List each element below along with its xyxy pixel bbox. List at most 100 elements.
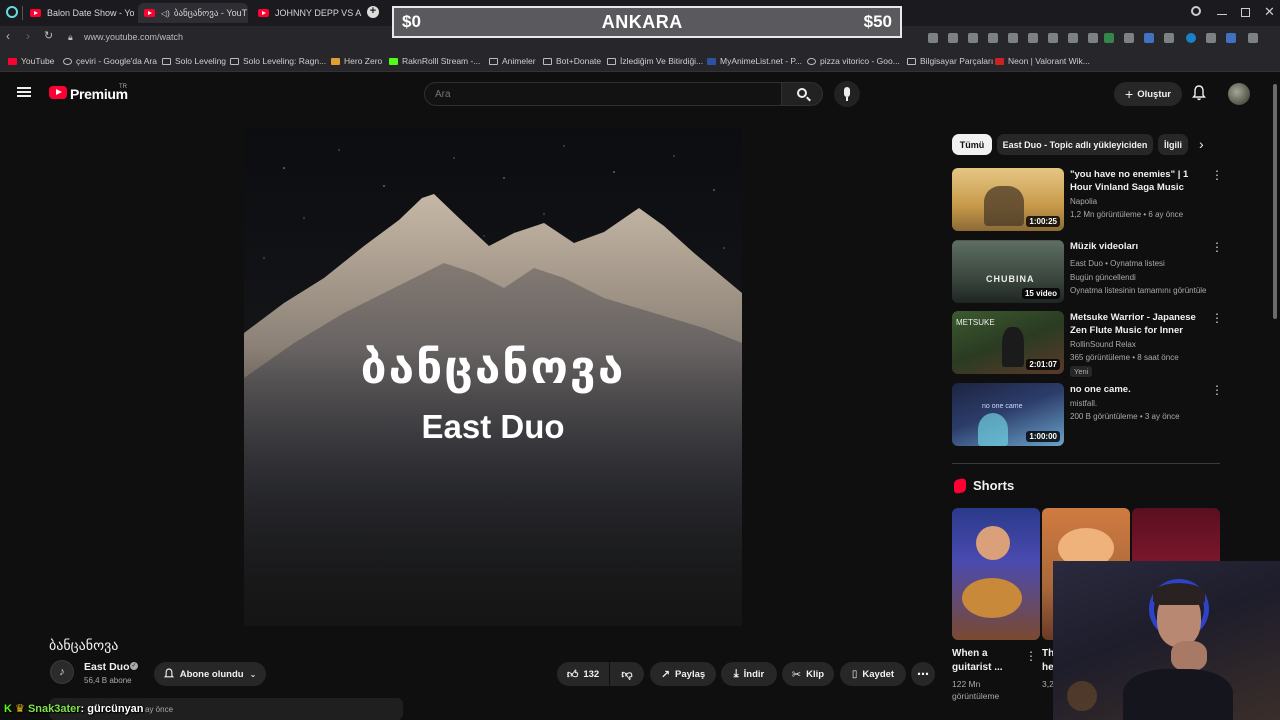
bookmark-solo-leveling[interactable]: Solo Leveling bbox=[162, 56, 226, 66]
video-duration: 1:00:00 bbox=[1026, 431, 1060, 442]
bookmark-bot-donate[interactable]: Bot+Donate bbox=[543, 56, 601, 66]
extension-icon[interactable] bbox=[1164, 33, 1174, 43]
page-scrollbar[interactable] bbox=[1272, 74, 1278, 720]
search-button[interactable] bbox=[781, 82, 823, 106]
more-vertical-icon[interactable] bbox=[1211, 311, 1223, 325]
extension-icon[interactable] bbox=[1186, 33, 1196, 43]
channel-avatar[interactable]: ♪ bbox=[50, 660, 74, 684]
menu-icon[interactable] bbox=[1068, 33, 1078, 43]
browser-tab-3[interactable]: JOHNNY DEPP VS AMBE bbox=[252, 3, 362, 23]
download-button[interactable]: ⤓ İndir bbox=[721, 662, 777, 686]
bookmark-solo-leveling-ragn[interactable]: Solo Leveling: Ragn... bbox=[230, 56, 326, 66]
recommendation-item[interactable]: no one came 1:00:00 no one came. mistfal… bbox=[952, 383, 1223, 447]
bookmark-neon-valorant[interactable]: Neon | Valorant Wik... bbox=[995, 56, 1090, 66]
subscribed-button[interactable]: Abone olundu ⌄ bbox=[154, 662, 266, 686]
minimize-icon[interactable] bbox=[1217, 14, 1227, 15]
more-actions-button[interactable]: ⋯ bbox=[911, 662, 935, 686]
shield-icon[interactable] bbox=[968, 33, 978, 43]
bookmark-hero-zero[interactable]: Hero Zero bbox=[331, 56, 382, 66]
video-thumbnail[interactable]: METSUKE 2:01:07 bbox=[952, 311, 1064, 374]
bookmark-animeler[interactable]: Animeler bbox=[489, 56, 536, 66]
close-window-icon[interactable]: ✕ bbox=[1264, 4, 1275, 20]
bookmark-youtube[interactable]: YouTube bbox=[8, 56, 54, 66]
plus-icon: + bbox=[1125, 86, 1134, 102]
recommendation-title[interactable]: no one came. bbox=[1070, 383, 1206, 396]
recommendation-channel[interactable]: mistfall. bbox=[1070, 399, 1097, 408]
bookmark-ceviri[interactable]: çeviri - Google'da Ara bbox=[63, 56, 157, 66]
more-vertical-icon[interactable] bbox=[1211, 168, 1223, 182]
channel-name[interactable]: East Duo bbox=[84, 661, 130, 673]
new-tab-button[interactable]: + bbox=[367, 6, 379, 18]
notifications-button[interactable] bbox=[1192, 85, 1206, 106]
bookmark-pizza[interactable]: pizza vitorico - Goo... bbox=[807, 56, 900, 66]
back-icon[interactable]: ‹ bbox=[6, 29, 10, 43]
kick-icon: K bbox=[4, 703, 12, 715]
browser-tab-1[interactable]: Balon Date Show - YouT bbox=[24, 3, 134, 23]
recommendation-title[interactable]: Müzik videoları bbox=[1070, 240, 1206, 253]
bookmark-raknrolll[interactable]: RaknRolll Stream -... bbox=[389, 56, 480, 66]
like-button[interactable]: 👍︎ 132 bbox=[557, 662, 609, 686]
video-thumbnail[interactable]: 1:00:25 bbox=[952, 168, 1064, 231]
recommendation-channel[interactable]: Napolia bbox=[1070, 197, 1097, 206]
thumbnail-guitar bbox=[962, 578, 1022, 618]
recommendation-title[interactable]: "you have no enemies" | 1 Hour Vinland S… bbox=[1070, 168, 1206, 194]
chevron-right-icon[interactable]: › bbox=[1199, 136, 1204, 152]
profile-icon[interactable] bbox=[1088, 33, 1098, 43]
extension-icon[interactable] bbox=[1206, 33, 1216, 43]
url-field[interactable]: www.youtube.com/watch bbox=[84, 32, 183, 42]
search-input[interactable] bbox=[424, 82, 782, 106]
opera-logo-icon[interactable] bbox=[6, 6, 18, 18]
bookmark-myanimelist[interactable]: MyAnimeList.net - P... bbox=[707, 56, 802, 66]
recommendation-channel[interactable]: East Duo • Oynatma listesi bbox=[1070, 259, 1165, 268]
extension-icon[interactable] bbox=[1248, 33, 1258, 43]
recommendation-channel[interactable]: RollinSound Relax bbox=[1070, 340, 1136, 349]
download-icon[interactable] bbox=[1048, 33, 1058, 43]
dislike-button[interactable]: 👎︎ bbox=[610, 662, 644, 686]
chip-related[interactable]: İlgili bbox=[1158, 134, 1188, 155]
play-icon[interactable] bbox=[1008, 33, 1018, 43]
heart-icon[interactable] bbox=[1028, 33, 1038, 43]
extension-icon[interactable] bbox=[928, 33, 938, 43]
recommendation-item[interactable]: 1:00:25 "you have no enemies" | 1 Hour V… bbox=[952, 168, 1223, 232]
video-title: ბანცანოვა bbox=[49, 637, 119, 653]
playlist-thumbnail[interactable]: CHUBINA 15 video bbox=[952, 240, 1064, 303]
video-player[interactable]: ბანცანოვა East Duo bbox=[244, 128, 742, 626]
thumbs-up-icon: 👍︎ bbox=[566, 668, 579, 681]
clip-button[interactable]: ✂ Klip bbox=[782, 662, 834, 686]
video-thumbnail[interactable]: no one came 1:00:00 bbox=[952, 383, 1064, 446]
extension-icon[interactable] bbox=[1144, 33, 1154, 43]
view-full-playlist-link[interactable]: Oynatma listesinin tamamını görüntüle bbox=[1070, 286, 1207, 295]
hamburger-menu-icon[interactable] bbox=[17, 87, 31, 97]
recommendation-meta: 200 B görüntüleme • 3 ay önce bbox=[1070, 412, 1180, 421]
camera-icon[interactable] bbox=[948, 33, 958, 43]
chip-from-uploader[interactable]: East Duo - Topic adlı yükleyiciden bbox=[997, 134, 1153, 155]
more-vertical-icon[interactable] bbox=[1025, 649, 1037, 663]
more-vertical-icon[interactable] bbox=[1211, 240, 1223, 254]
recommendation-title[interactable]: Metsuke Warrior - Japanese Zen Flute Mus… bbox=[1070, 311, 1206, 337]
share-button[interactable]: ↗ Paylaş bbox=[650, 662, 716, 686]
extension-icon[interactable] bbox=[1226, 33, 1236, 43]
create-button[interactable]: + Oluştur bbox=[1114, 82, 1182, 106]
bookmark-izledigim[interactable]: İzlediğim Ve Bitirdiği... bbox=[607, 56, 703, 66]
save-button[interactable]: ▯ Kaydet bbox=[840, 662, 906, 686]
recommendation-item[interactable]: METSUKE 2:01:07 Metsuke Warrior - Japane… bbox=[952, 311, 1223, 377]
recommendation-item[interactable]: CHUBINA 15 video Müzik videoları East Du… bbox=[952, 240, 1223, 304]
more-vertical-icon[interactable] bbox=[1211, 383, 1223, 397]
extension-icon[interactable] bbox=[1124, 33, 1134, 43]
account-avatar[interactable] bbox=[1228, 83, 1250, 105]
short-thumbnail[interactable] bbox=[952, 508, 1040, 640]
browser-tab-2-active[interactable]: ◁) ბანცანოვა - YouT bbox=[138, 3, 248, 23]
extension-icon[interactable] bbox=[988, 33, 998, 43]
youtube-logo-icon[interactable] bbox=[49, 86, 67, 99]
forward-icon[interactable]: › bbox=[26, 29, 30, 43]
voice-search-button[interactable] bbox=[834, 81, 860, 107]
restore-icon[interactable] bbox=[1241, 8, 1250, 17]
extension-icon[interactable] bbox=[1104, 33, 1114, 43]
short-title[interactable]: When a guitarist ... bbox=[952, 647, 1018, 675]
scrollbar-thumb[interactable] bbox=[1273, 84, 1277, 319]
recommendation-meta: 365 görüntüleme • 8 saat önce bbox=[1070, 353, 1179, 362]
search-tabs-icon[interactable] bbox=[1191, 6, 1201, 16]
reload-icon[interactable]: ↻ bbox=[44, 29, 53, 42]
chip-all[interactable]: Tümü bbox=[952, 134, 992, 155]
bookmark-bilgisayar[interactable]: Bilgisayar Parçaları bbox=[907, 56, 993, 66]
